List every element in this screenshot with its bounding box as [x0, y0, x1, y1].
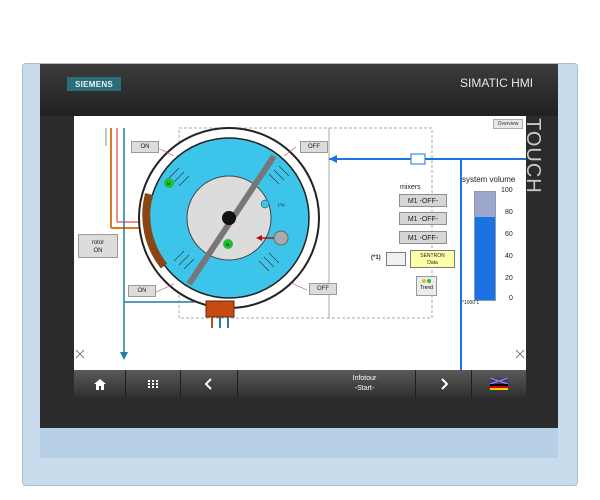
infotour-button[interactable]: Infotour -Start- [238, 370, 416, 398]
rotor-hub [222, 211, 236, 225]
home-icon [93, 378, 106, 390]
back-button[interactable] [181, 370, 238, 398]
rotor-label: rotor [91, 240, 105, 246]
rotor-button[interactable]: rotor ON [78, 234, 118, 258]
tick-0: 0 [509, 295, 513, 302]
arrow-down [120, 352, 128, 360]
model-label: SIMATIC HMI [460, 76, 534, 90]
valve [410, 153, 426, 165]
chevron-left-icon [205, 378, 212, 390]
mixer-status-2[interactable]: M1 -OFF- [399, 212, 447, 225]
trend-button[interactable]: Trend [416, 276, 437, 296]
sentron-line1: SENTRON [420, 253, 445, 259]
rotor-state: ON [93, 248, 103, 254]
tick-80: 80 [505, 209, 513, 216]
home-button[interactable] [74, 370, 126, 398]
process-diagram: M M (*1) [75, 127, 526, 370]
hmi-screen: M M (*1) [74, 116, 526, 370]
mixers-label: mixers [400, 184, 421, 191]
volume-tank-fill [475, 217, 495, 300]
device-bezel-lower [40, 428, 558, 458]
system-volume-label: system volume [462, 175, 516, 184]
motor-circle [273, 230, 289, 246]
motor-m1-label: M [167, 181, 170, 186]
on-button-top[interactable]: ON [131, 141, 159, 153]
motor-note: (*1) [278, 202, 285, 207]
chevron-right-icon [440, 378, 448, 390]
brand-logo: SIEMENS [67, 77, 121, 91]
sentron-line2: Data [427, 260, 438, 266]
overview-button[interactable]: Overview [493, 119, 523, 129]
connector-4 [288, 281, 308, 291]
forward-button[interactable] [416, 370, 472, 398]
volume-tank-upper [475, 192, 495, 217]
tick-40: 40 [505, 253, 513, 260]
tick-60: 60 [505, 231, 513, 238]
mixer-status-1[interactable]: M1 -OFF- [399, 194, 447, 207]
mixer-status-3[interactable]: M1 -OFF- [399, 231, 447, 244]
on-button-bottom[interactable]: ON [128, 285, 156, 297]
corner-mark-right [515, 349, 525, 359]
sentron-data-button[interactable]: SENTRON Data [410, 250, 455, 268]
tick-20: 20 [505, 275, 513, 282]
tick-100: 100 [501, 187, 513, 194]
language-flag-icon [490, 378, 508, 390]
drive-unit [205, 300, 235, 318]
arrow-blue [329, 155, 337, 163]
sentron-note: (*1) [371, 255, 381, 261]
infotour-line1: Infotour [352, 375, 377, 382]
grid-icon [148, 380, 158, 388]
corner-mark-left [75, 349, 85, 359]
language-button[interactable] [472, 370, 526, 398]
trend-label: Trend [420, 285, 433, 291]
off-button-top[interactable]: OFF [300, 141, 328, 153]
motor-green-3 [260, 199, 270, 209]
infotour-line2: -Start- [354, 385, 375, 392]
volume-unit: *1000 L [462, 300, 480, 306]
off-button-bottom[interactable]: OFF [309, 283, 337, 295]
sentron-device-icon [386, 252, 406, 266]
motor-m2-label: M [226, 242, 229, 247]
menu-button[interactable] [126, 370, 181, 398]
